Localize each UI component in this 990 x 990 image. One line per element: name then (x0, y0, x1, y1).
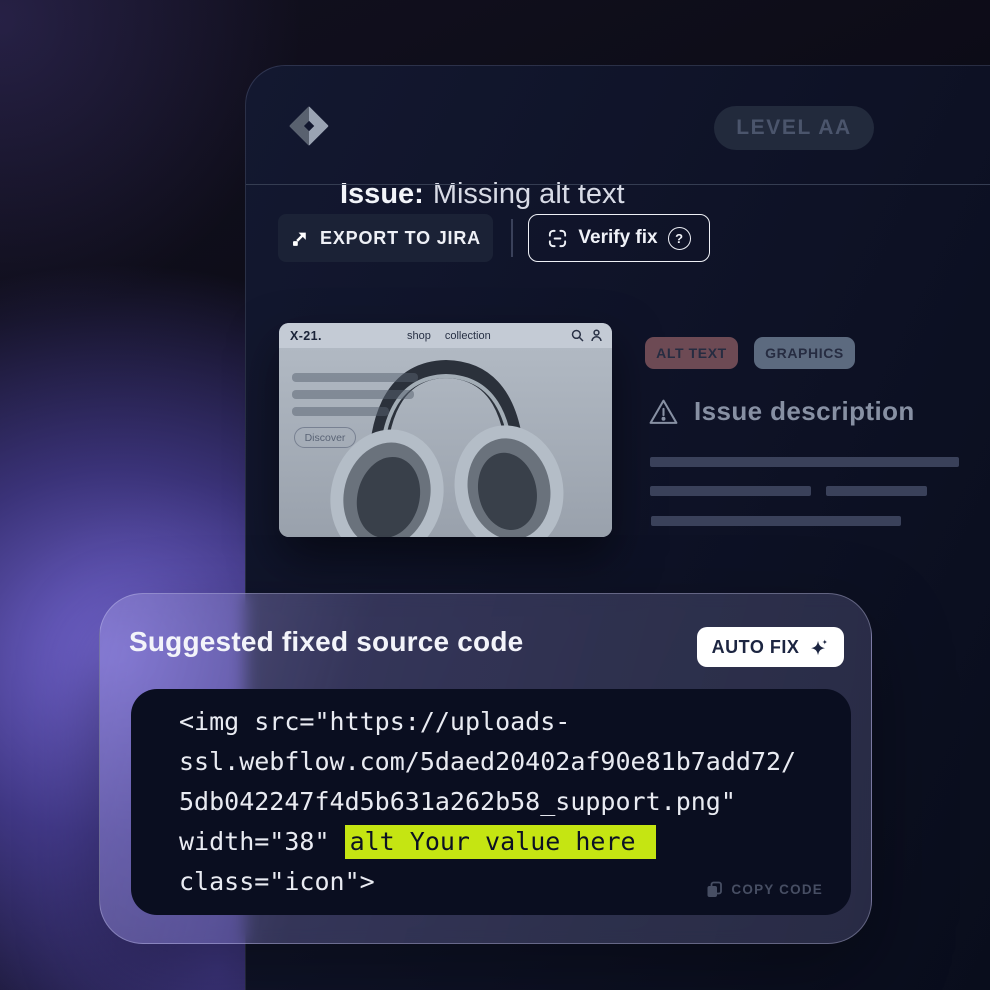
tag-graphics: GRAPHICS (754, 337, 855, 369)
copy-icon (706, 881, 723, 898)
fix-card-title: Suggested fixed source code (129, 626, 523, 658)
suggested-fix-card: Suggested fixed source code AUTO FIX <im… (99, 593, 872, 944)
jira-icon (290, 229, 309, 248)
site-nav: shop collection (407, 323, 491, 348)
user-icon[interactable] (590, 329, 603, 342)
code-block: <img src="https://uploads- ssl.webflow.c… (131, 689, 851, 915)
description-skeleton-line (826, 486, 927, 496)
site-preview-body: Discover (279, 348, 612, 537)
export-to-jira-label: EXPORT TO JIRA (320, 228, 481, 249)
discover-button[interactable]: Discover (294, 427, 356, 448)
page-title: Issue: Missing alt text (340, 178, 625, 211)
code-line-5: class="icon"> (179, 867, 375, 896)
search-icon[interactable] (571, 329, 584, 342)
auto-fix-button[interactable]: AUTO FIX (697, 627, 844, 667)
preview-skeleton-line (292, 407, 389, 416)
description-skeleton-line (650, 457, 959, 467)
preview-skeleton-line (292, 373, 418, 382)
export-to-jira-button[interactable]: EXPORT TO JIRA (278, 214, 493, 262)
diamond-logo-icon (289, 106, 329, 146)
site-nav-shop[interactable]: shop (407, 330, 431, 342)
issue-title-prefix: Issue: (340, 178, 424, 210)
toolbar-separator (511, 219, 513, 257)
header-divider (246, 184, 990, 185)
issue-description-heading: Issue description (648, 396, 915, 427)
issue-description-label: Issue description (694, 396, 915, 427)
site-topbar-icons (571, 323, 603, 348)
site-preview-card: X-21. shop collection (279, 323, 612, 537)
description-skeleton-line (650, 486, 811, 496)
code-line-2: ssl.webflow.com/5daed20402af90e81b7add72… (179, 747, 796, 776)
copy-code-button[interactable]: COPY CODE (706, 881, 823, 898)
alt-attribute-highlight: alt Your value here (345, 825, 656, 859)
code-line-4-prefix: width="38" (179, 827, 345, 856)
verify-fix-button[interactable]: Verify fix ? (528, 214, 710, 262)
warning-icon (648, 397, 679, 426)
site-nav-collection[interactable]: collection (445, 330, 491, 342)
code-line-3: 5db042247f4d5b631a262b58_support.png" (179, 787, 736, 816)
sparkle-icon (808, 637, 829, 658)
code-line-1: <img src="https://uploads- (179, 707, 570, 736)
verify-scan-icon (547, 228, 568, 249)
screenshot-stage: Issue: Missing alt text LEVEL AA EXPORT T… (0, 0, 990, 990)
code-text: <img src="https://uploads- ssl.webflow.c… (179, 702, 796, 902)
verify-fix-label: Verify fix (578, 227, 657, 249)
help-icon[interactable]: ? (668, 227, 691, 250)
site-preview-topbar: X-21. shop collection (279, 323, 612, 348)
preview-skeleton-line (292, 390, 414, 399)
site-logo: X-21. (290, 329, 322, 343)
copy-code-label: COPY CODE (731, 882, 823, 897)
level-aa-badge: LEVEL AA (714, 106, 874, 150)
issue-title-text: Missing alt text (433, 178, 625, 210)
tag-alt-text: ALT TEXT (645, 337, 738, 369)
description-skeleton-line (651, 516, 901, 526)
auto-fix-label: AUTO FIX (712, 637, 800, 658)
